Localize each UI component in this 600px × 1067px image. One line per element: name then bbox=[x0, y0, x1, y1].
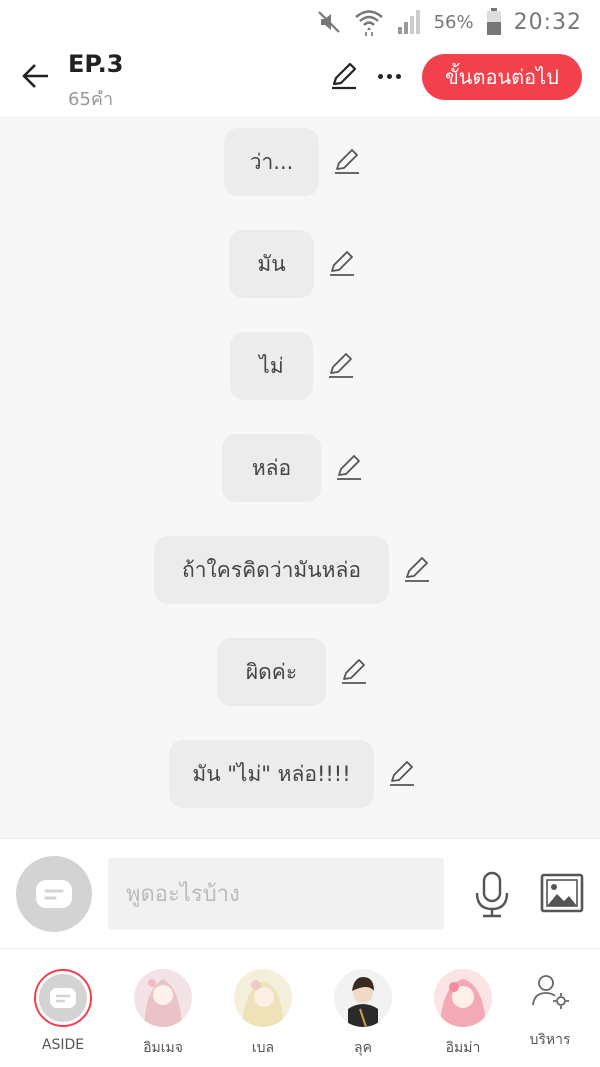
message-bubble[interactable]: มัน bbox=[229, 230, 314, 298]
character-luke[interactable]: ลุค bbox=[318, 969, 408, 1059]
clock: 20:32 bbox=[513, 9, 582, 35]
avatar bbox=[234, 969, 292, 1027]
battery-icon bbox=[486, 8, 502, 36]
aside-avatar bbox=[34, 969, 92, 1027]
message-list: ว่า... มัน ไม่ หล่อ ถ้าใครคิดว่ามันหล่อ … bbox=[0, 116, 600, 838]
character-im-mej[interactable]: อิมเมจ bbox=[118, 969, 208, 1059]
pencil-icon bbox=[405, 557, 429, 582]
page-title: EP.3 bbox=[68, 50, 124, 78]
mute-icon bbox=[316, 9, 342, 35]
character-bar: ASIDE อิมเมจ เบล ลุค อิมม่า บริหาร bbox=[0, 948, 600, 1067]
chat-bubble-icon bbox=[36, 880, 72, 908]
avatar bbox=[434, 969, 492, 1027]
battery-percent: 56% bbox=[433, 11, 474, 33]
dot-icon bbox=[395, 73, 401, 79]
pencil-icon bbox=[342, 659, 366, 684]
edit-message-button[interactable] bbox=[326, 351, 356, 381]
edit-message-button[interactable] bbox=[402, 555, 432, 585]
avatar bbox=[334, 969, 392, 1027]
microphone-button[interactable] bbox=[472, 871, 512, 919]
dot-icon bbox=[377, 73, 383, 79]
more-options-button[interactable] bbox=[372, 60, 406, 92]
message-bubble[interactable]: มัน "ไม่" หล่อ!!!! bbox=[169, 740, 374, 808]
message-bubble[interactable]: หล่อ bbox=[222, 434, 321, 502]
character-bel[interactable]: เบล bbox=[218, 969, 308, 1059]
aside-speaker-button[interactable] bbox=[16, 856, 92, 932]
message-bubble[interactable]: ผิดค่ะ bbox=[217, 638, 326, 706]
character-label: ASIDE bbox=[41, 1037, 85, 1053]
character-aside[interactable]: ASIDE bbox=[18, 969, 108, 1053]
back-button[interactable] bbox=[18, 58, 54, 94]
chat-bubble-icon bbox=[50, 988, 76, 1008]
character-label: ลุค bbox=[354, 1040, 372, 1056]
image-icon bbox=[540, 873, 584, 913]
edit-title-button[interactable] bbox=[328, 60, 360, 92]
edit-message-button[interactable] bbox=[334, 453, 364, 483]
manage-label: บริหาร bbox=[529, 1032, 571, 1048]
image-upload-button[interactable] bbox=[540, 873, 584, 913]
wifi-icon bbox=[354, 8, 384, 36]
signal-icon bbox=[396, 9, 422, 35]
edit-message-button[interactable] bbox=[327, 249, 357, 279]
edit-message-button[interactable] bbox=[339, 657, 369, 687]
next-step-button[interactable]: ขั้นตอนต่อไป bbox=[422, 54, 582, 100]
word-count: 65คำ bbox=[68, 89, 114, 110]
pencil-icon bbox=[329, 353, 353, 378]
message-bubble[interactable]: ไม่ bbox=[230, 332, 313, 400]
message-input[interactable] bbox=[108, 858, 444, 930]
character-label: เบล bbox=[251, 1040, 275, 1056]
manage-characters-button[interactable]: บริหาร bbox=[520, 971, 580, 1051]
message-composer bbox=[0, 838, 600, 948]
edit-message-button[interactable] bbox=[387, 759, 417, 789]
character-label: อิมม่า bbox=[445, 1040, 481, 1056]
status-bar: 56% 20:32 bbox=[0, 0, 600, 44]
pencil-icon bbox=[332, 62, 357, 90]
user-settings-icon bbox=[532, 975, 569, 1009]
edit-message-button[interactable] bbox=[332, 147, 362, 177]
message-bubble[interactable]: ถ้าใครคิดว่ามันหล่อ bbox=[154, 536, 389, 604]
dot-icon bbox=[386, 73, 392, 79]
pencil-icon bbox=[335, 149, 359, 174]
message-bubble[interactable]: ว่า... bbox=[224, 128, 319, 196]
pencil-icon bbox=[390, 761, 414, 786]
avatar bbox=[134, 969, 192, 1027]
character-imma[interactable]: อิมม่า bbox=[418, 969, 508, 1059]
microphone-icon bbox=[475, 871, 509, 918]
arrow-left-icon bbox=[22, 64, 48, 88]
pencil-icon bbox=[337, 455, 361, 480]
app-header: EP.3 65คำ ขั้นตอนต่อไป bbox=[0, 44, 600, 116]
character-label: อิมเมจ bbox=[143, 1040, 183, 1056]
pencil-icon bbox=[330, 251, 354, 276]
